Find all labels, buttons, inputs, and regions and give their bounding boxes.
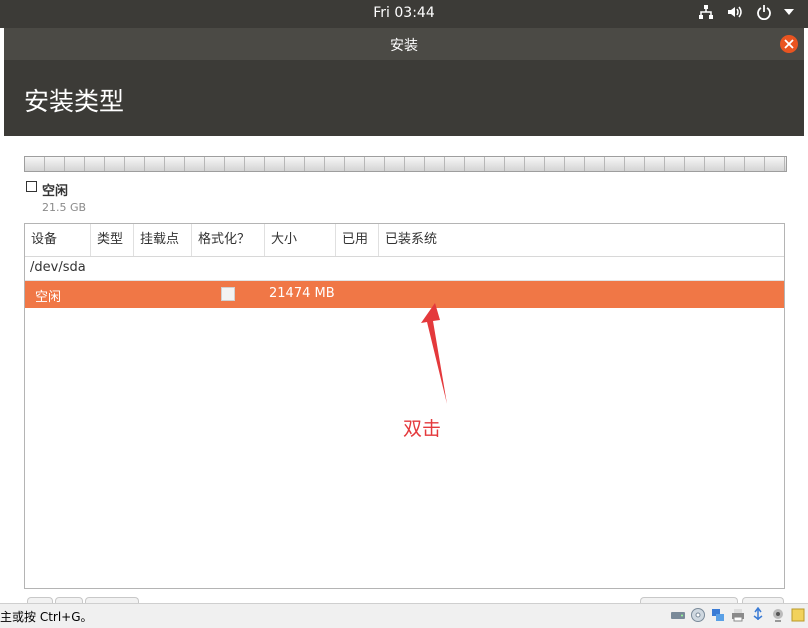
format-checkbox[interactable] xyxy=(221,287,235,301)
device-row[interactable]: /dev/sda xyxy=(25,257,784,281)
column-mount-point[interactable]: 挂载点 xyxy=(134,224,192,256)
usb-icon[interactable] xyxy=(750,606,766,623)
cd-icon[interactable] xyxy=(690,607,706,623)
webcam-icon[interactable] xyxy=(770,607,786,623)
network-adapter-icon[interactable] xyxy=(710,607,726,623)
row-device: 空闲 xyxy=(35,290,62,305)
top-panel: Fri 03:44 xyxy=(0,0,808,28)
table-header: 设备 类型 挂载点 格式化？ 大小 已用 已装系统 xyxy=(25,224,784,257)
power-icon[interactable] xyxy=(756,4,772,20)
notes-icon[interactable] xyxy=(790,607,806,623)
partition-table[interactable]: 设备 类型 挂载点 格式化？ 大小 已用 已装系统 /dev/sda 空闲 21… xyxy=(24,223,785,589)
column-type[interactable]: 类型 xyxy=(91,224,134,256)
network-icon[interactable] xyxy=(698,4,714,20)
free-space-size: 21.5 GB xyxy=(42,201,87,214)
close-icon xyxy=(784,39,794,49)
table-row-free-space[interactable]: 空闲 21474 MB xyxy=(25,281,784,308)
volume-icon[interactable] xyxy=(726,4,744,20)
column-device[interactable]: 设备 xyxy=(25,224,91,256)
vm-device-icons xyxy=(670,606,806,623)
keyboard-hint: 主或按 Ctrl+G。 xyxy=(0,610,93,624)
close-button[interactable] xyxy=(780,35,798,53)
free-space-label: 空闲 xyxy=(42,184,69,199)
annotation-label: 双击 xyxy=(403,418,442,440)
page-header: 安装类型 xyxy=(4,60,804,136)
clock[interactable]: Fri 03:44 xyxy=(0,5,808,21)
column-format[interactable]: 格式化？ xyxy=(192,224,265,256)
chevron-down-icon[interactable] xyxy=(784,8,794,16)
printer-icon[interactable] xyxy=(730,607,746,623)
free-space-swatch xyxy=(26,181,37,192)
vm-status-bar: 主或按 Ctrl+G。 xyxy=(0,603,808,628)
system-tray[interactable] xyxy=(698,4,794,20)
column-used[interactable]: 已用 xyxy=(336,224,379,256)
disk-usage-bar xyxy=(24,156,787,172)
partition-page: 空闲 21.5 GB 设备 类型 挂载点 格式化？ 大小 已用 已装系统 /de… xyxy=(4,136,804,603)
window-title: 安装 xyxy=(390,38,418,54)
installer-window: 安装 安装类型 空闲 21.5 GB 设备 类型 挂载点 格式化？ 大小 已用 … xyxy=(4,28,804,603)
column-installed-system[interactable]: 已装系统 xyxy=(379,224,784,256)
hdd-icon[interactable] xyxy=(670,607,686,623)
device-name: /dev/sda xyxy=(30,260,86,275)
row-size: 21474 MB xyxy=(269,286,335,301)
column-size[interactable]: 大小 xyxy=(265,224,336,256)
title-bar[interactable]: 安装 xyxy=(4,28,804,60)
page-title: 安装类型 xyxy=(24,87,125,116)
